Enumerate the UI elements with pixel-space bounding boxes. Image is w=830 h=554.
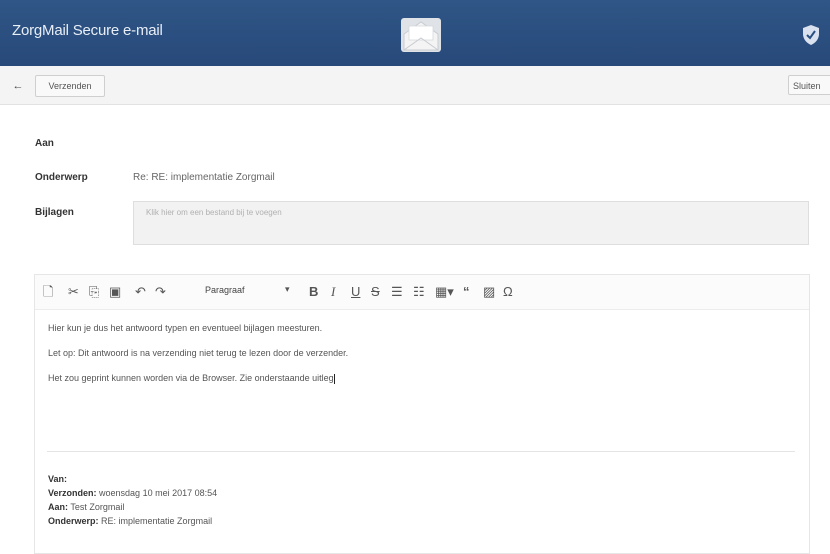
undo-icon[interactable]: ↶ [135,284,146,300]
bullet-list-icon[interactable]: ☰ [391,284,403,300]
special-character-icon[interactable]: Ω [503,284,513,300]
back-button[interactable]: ← [8,78,28,94]
underline-icon[interactable]: U [351,284,360,300]
action-toolbar [0,66,830,105]
close-button[interactable]: Sluiten [788,75,830,95]
message-editor: 🗋 ✂ ⎘ ▣ ↶ ↷ Paragraaf ▾ B I U S ☰ ☷ ▦▾ “… [34,274,810,554]
chevron-down-icon[interactable]: ▾ [285,284,290,295]
paste-icon[interactable]: ▣ [109,284,121,300]
quote-to: Aan: Test Zorgmail [48,502,125,512]
shield-check-icon [803,25,819,45]
quote-separator [47,451,795,452]
body-line-3[interactable]: Het zou geprint kunnen worden via de Bro… [48,373,335,384]
copy-icon[interactable]: ⎘ [89,284,99,300]
strikethrough-icon[interactable]: S [371,284,380,300]
send-button[interactable]: Verzenden [35,75,105,97]
app-header: ZorgMail Secure e-mail [0,0,830,66]
subject-field[interactable]: Re: RE: implementatie Zorgmail [133,172,275,183]
app-title: ZorgMail Secure e-mail [12,22,163,39]
cut-icon[interactable]: ✂ [68,284,79,300]
envelope-icon [401,18,441,52]
blockquote-icon[interactable]: “ [463,284,470,300]
numbered-list-icon[interactable]: ☷ [413,284,425,300]
text-cursor [333,373,335,384]
redo-icon[interactable]: ↷ [155,284,166,300]
bold-icon[interactable]: B [309,284,318,300]
image-icon[interactable]: ▨ [483,284,495,300]
editor-toolbar: 🗋 ✂ ⎘ ▣ ↶ ↷ Paragraaf ▾ B I U S ☰ ☷ ▦▾ “… [35,275,809,310]
body-line-1[interactable]: Hier kun je dus het antwoord typen en ev… [48,323,322,333]
format-select[interactable]: Paragraaf [205,285,245,295]
table-icon[interactable]: ▦▾ [435,284,454,300]
italic-icon[interactable]: I [331,284,335,300]
quote-subject: Onderwerp: RE: implementatie Zorgmail [48,516,213,526]
attachments-dropzone[interactable]: Klik hier om een bestand bij te voegen [133,201,809,245]
subject-label: Onderwerp [35,172,88,183]
new-document-icon[interactable]: 🗋 [43,284,53,300]
quote-sent: Verzonden: woensdag 10 mei 2017 08:54 [48,488,218,498]
to-label: Aan [35,138,54,149]
attachments-placeholder: Klik hier om een bestand bij te voegen [146,208,282,217]
body-line-2[interactable]: Let op: Dit antwoord is na verzending ni… [48,348,348,358]
quote-from: Van: [48,474,68,484]
attachments-label: Bijlagen [35,207,74,218]
